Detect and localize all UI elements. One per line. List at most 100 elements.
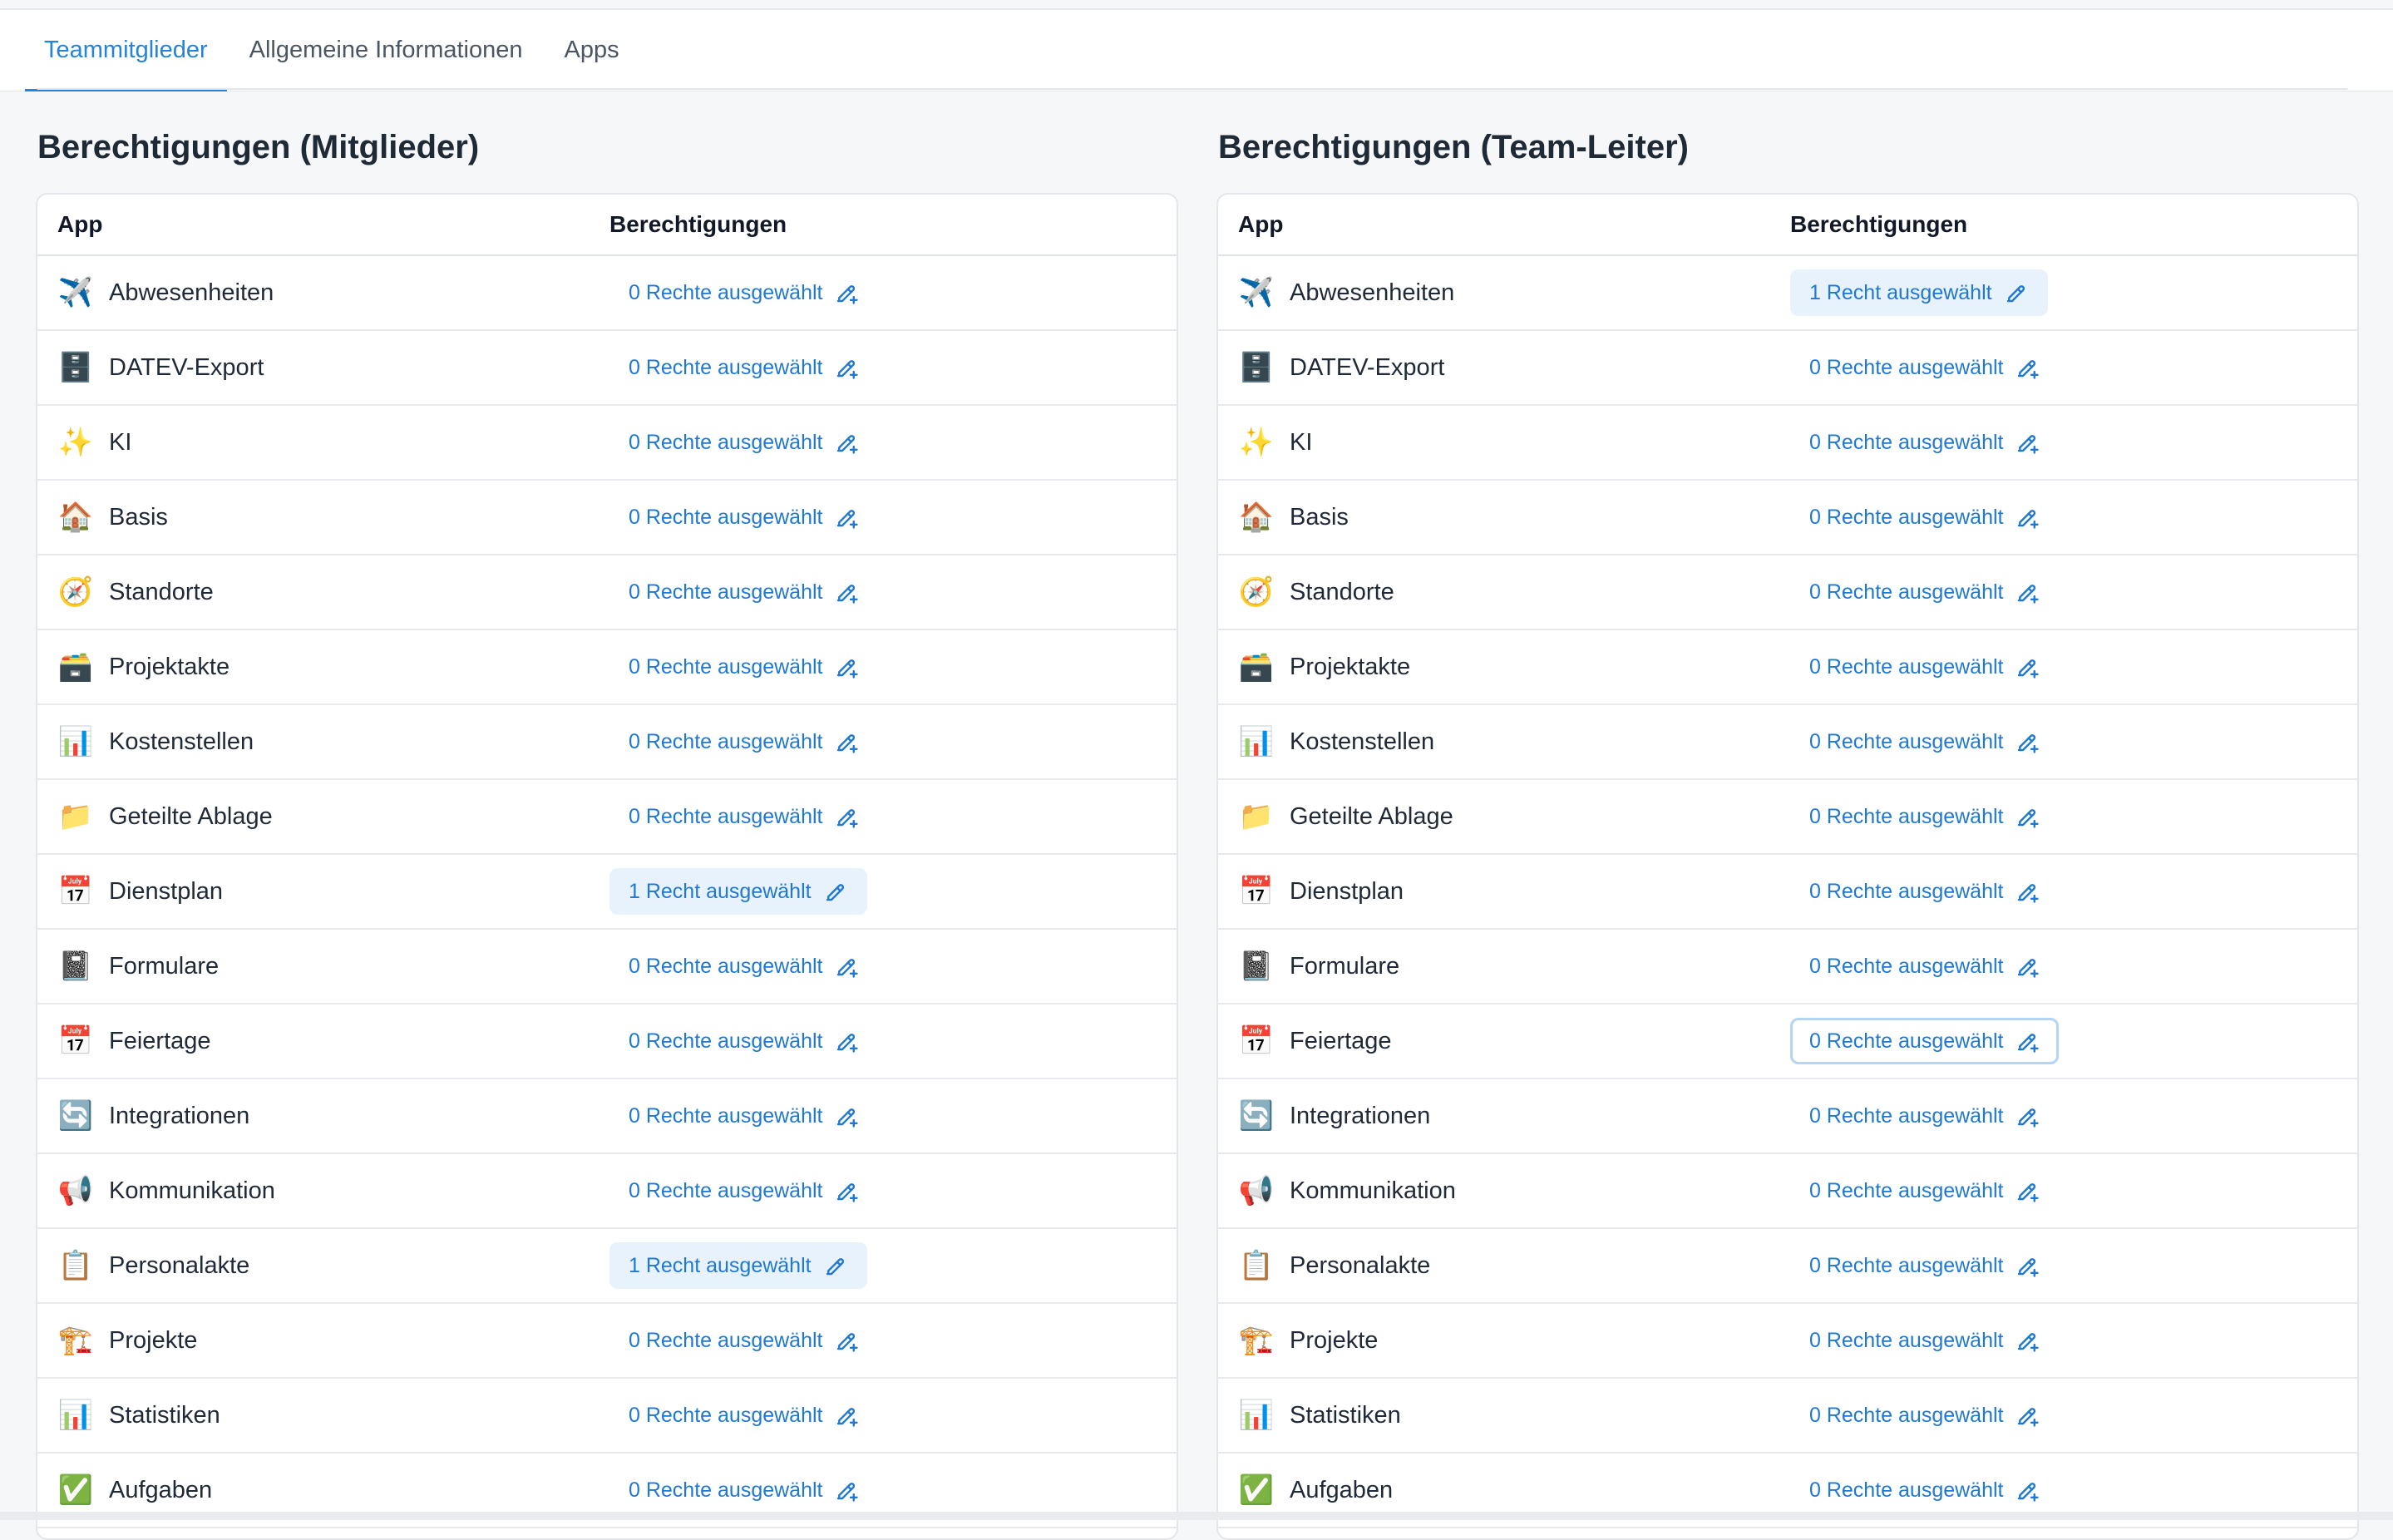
edit-permissions-button[interactable]: 0 Rechte ausgewählt	[609, 1093, 878, 1139]
edit-permissions-button[interactable]: 0 Rechte ausgewählt	[609, 419, 878, 466]
permissions-count: 0 Rechte ausgewählt	[629, 1178, 823, 1202]
app-cell: 🔄 Integrationen	[1218, 1098, 1790, 1134]
horizontal-scrollbar[interactable]	[0, 1512, 2393, 1520]
folder-icon: 📁	[57, 801, 94, 832]
edit-permissions-button[interactable]: 0 Rechte ausgewählt	[1790, 1317, 2059, 1364]
edit-permissions-button[interactable]: 0 Rechte ausgewählt	[1790, 943, 2059, 990]
tab-apps[interactable]: Apps	[545, 10, 639, 91]
edit-permissions-button[interactable]: 0 Rechte ausgewählt	[1790, 569, 2059, 615]
permissions-cell: 0 Rechte ausgewählt	[609, 1093, 878, 1139]
app-name: Personalakte	[109, 1251, 250, 1279]
edit-add-pencil-icon	[822, 804, 859, 829]
app-name: Integrationen	[1290, 1102, 1431, 1129]
app-name: Formulare	[1290, 952, 1400, 980]
edit-permissions-button[interactable]: 0 Rechte ausgewählt	[609, 494, 878, 540]
app-name: Projekte	[109, 1326, 198, 1354]
edit-permissions-button[interactable]: 0 Rechte ausgewählt	[1790, 419, 2059, 466]
edit-permissions-button[interactable]: 0 Rechte ausgewählt	[1790, 1467, 2059, 1513]
edit-permissions-button[interactable]: 0 Rechte ausgewählt	[609, 1018, 878, 1064]
app-cell: ✅ Aufgaben	[37, 1472, 609, 1508]
edit-add-pencil-icon	[822, 1178, 859, 1203]
edit-permissions-button[interactable]: 0 Rechte ausgewählt	[609, 1467, 878, 1513]
edit-permissions-button[interactable]: 0 Rechte ausgewählt	[609, 718, 878, 765]
edit-permissions-button[interactable]: 0 Rechte ausgewählt	[1790, 1392, 2059, 1439]
table-row: 🧭 Standorte 0 Rechte ausgewählt	[1218, 555, 2357, 630]
permissions-count: 0 Rechte ausgewählt	[629, 729, 823, 753]
permissions-cell: 1 Recht ausgewählt	[609, 868, 867, 915]
edit-permissions-button[interactable]: 0 Rechte ausgewählt	[1790, 1018, 2060, 1064]
app-name: Abwesenheiten	[109, 279, 274, 306]
app-cell: 🗃️ Projektakte	[1218, 649, 1790, 685]
edit-permissions-button[interactable]: 1 Recht ausgewählt	[609, 868, 867, 915]
permissions-table: App Berechtigungen ✈️ Abwesenheiten 0 Rech…	[36, 193, 1178, 1540]
airplane-icon: ✈️	[57, 277, 94, 308]
app-name: Basis	[1290, 503, 1349, 531]
edit-permissions-button[interactable]: 0 Rechte ausgewählt	[1790, 868, 2059, 915]
app-cell: 📓 Formulare	[1218, 948, 1790, 985]
check-mark-icon: ✅	[57, 1474, 94, 1506]
table-header: App Berechtigungen	[37, 195, 1177, 256]
permissions-cell: 0 Rechte ausgewählt	[1790, 419, 2059, 466]
permissions-cell: 0 Rechte ausgewählt	[1790, 1242, 2059, 1289]
edit-permissions-button[interactable]: 0 Rechte ausgewählt	[609, 943, 878, 990]
panel-members: Berechtigungen (Mitglieder) App Berechti…	[36, 125, 1178, 1540]
table-row: 🏠 Basis 0 Rechte ausgewählt	[1218, 481, 2357, 555]
calendar-icon: 📅	[1238, 876, 1275, 907]
edit-permissions-button[interactable]: 0 Rechte ausgewählt	[1790, 1093, 2059, 1139]
edit-add-pencil-icon	[2003, 1029, 2040, 1054]
table-row: 📁 Geteilte Ablage 0 Rechte ausgewählt	[37, 780, 1177, 855]
panel-title: Berechtigungen (Team-Leiter)	[1218, 129, 1689, 165]
edit-permissions-button[interactable]: 1 Recht ausgewählt	[1790, 269, 2048, 316]
card-file-box-icon: 🗃️	[1238, 651, 1275, 683]
compass-icon: 🧭	[1238, 576, 1275, 608]
app-cell: 📋 Personalakte	[37, 1247, 609, 1284]
edit-permissions-button[interactable]: 1 Recht ausgewählt	[609, 1242, 867, 1289]
app-cell: 📓 Formulare	[37, 948, 609, 985]
permissions-cell: 0 Rechte ausgewählt	[1790, 793, 2059, 840]
table-row: 📅 Dienstplan 0 Rechte ausgewählt	[1218, 855, 2357, 930]
app-name: Dienstplan	[109, 877, 224, 905]
calendar-icon: 📅	[57, 1025, 94, 1057]
sparkles-icon: ✨	[57, 427, 94, 458]
app-cell: 📢 Kommunikation	[37, 1172, 609, 1209]
app-name: KI	[109, 428, 132, 456]
table-row: 📅 Feiertage 0 Rechte ausgewählt	[1218, 1004, 2357, 1079]
tab-allgemeine-informationen[interactable]: Allgemeine Informationen	[230, 10, 542, 91]
permissions-cell: 0 Rechte ausgewählt	[609, 718, 878, 765]
permissions-cell: 0 Rechte ausgewählt	[1790, 1167, 2059, 1214]
edit-permissions-button[interactable]: 0 Rechte ausgewählt	[609, 793, 878, 840]
edit-permissions-button[interactable]: 0 Rechte ausgewählt	[1790, 718, 2059, 765]
edit-permissions-button[interactable]: 0 Rechte ausgewählt	[609, 344, 878, 391]
house-icon: 🏠	[57, 501, 94, 533]
edit-permissions-button[interactable]: 0 Rechte ausgewählt	[609, 269, 878, 316]
edit-add-pencil-icon	[2003, 355, 2040, 380]
permissions-count: 0 Rechte ausgewählt	[1809, 1029, 2004, 1053]
edit-permissions-button[interactable]: 0 Rechte ausgewählt	[1790, 793, 2059, 840]
permissions-cell: 0 Rechte ausgewählt	[609, 419, 878, 466]
bar-chart-icon: 📊	[1238, 1399, 1275, 1431]
app-name: Dienstplan	[1290, 877, 1404, 905]
edit-permissions-button[interactable]: 0 Rechte ausgewählt	[1790, 344, 2059, 391]
app-cell: 📁 Geteilte Ablage	[1218, 798, 1790, 835]
app-cell: 🏗️ Projekte	[37, 1322, 609, 1359]
permissions-cell: 0 Rechte ausgewählt	[1790, 644, 2059, 690]
edit-permissions-button[interactable]: 0 Rechte ausgewählt	[1790, 644, 2059, 690]
filing-cabinet-icon: 🗄️	[1238, 352, 1275, 383]
edit-permissions-button[interactable]: 0 Rechte ausgewählt	[1790, 494, 2059, 540]
table-row: ✨ KI 0 Rechte ausgewählt	[1218, 406, 2357, 481]
edit-permissions-button[interactable]: 0 Rechte ausgewählt	[609, 1317, 878, 1364]
edit-add-pencil-icon	[822, 355, 859, 380]
edit-permissions-button[interactable]: 0 Rechte ausgewählt	[609, 569, 878, 615]
edit-permissions-button[interactable]: 0 Rechte ausgewählt	[1790, 1242, 2059, 1289]
tab-teammitglieder[interactable]: Teammitglieder	[25, 10, 227, 91]
app-name: Kostenstellen	[1290, 728, 1435, 755]
edit-permissions-button[interactable]: 0 Rechte ausgewählt	[1790, 1167, 2059, 1214]
edit-permissions-button[interactable]: 0 Rechte ausgewählt	[609, 1167, 878, 1214]
app-cell: 📅 Feiertage	[1218, 1023, 1790, 1059]
edit-permissions-button[interactable]: 0 Rechte ausgewählt	[609, 1392, 878, 1439]
app-cell: ✨ KI	[37, 424, 609, 461]
edit-permissions-button[interactable]: 0 Rechte ausgewählt	[609, 644, 878, 690]
app-cell: 📅 Dienstplan	[1218, 873, 1790, 910]
app-cell: ✈️ Abwesenheiten	[1218, 274, 1790, 311]
permissions-cell: 0 Rechte ausgewählt	[1790, 868, 2059, 915]
